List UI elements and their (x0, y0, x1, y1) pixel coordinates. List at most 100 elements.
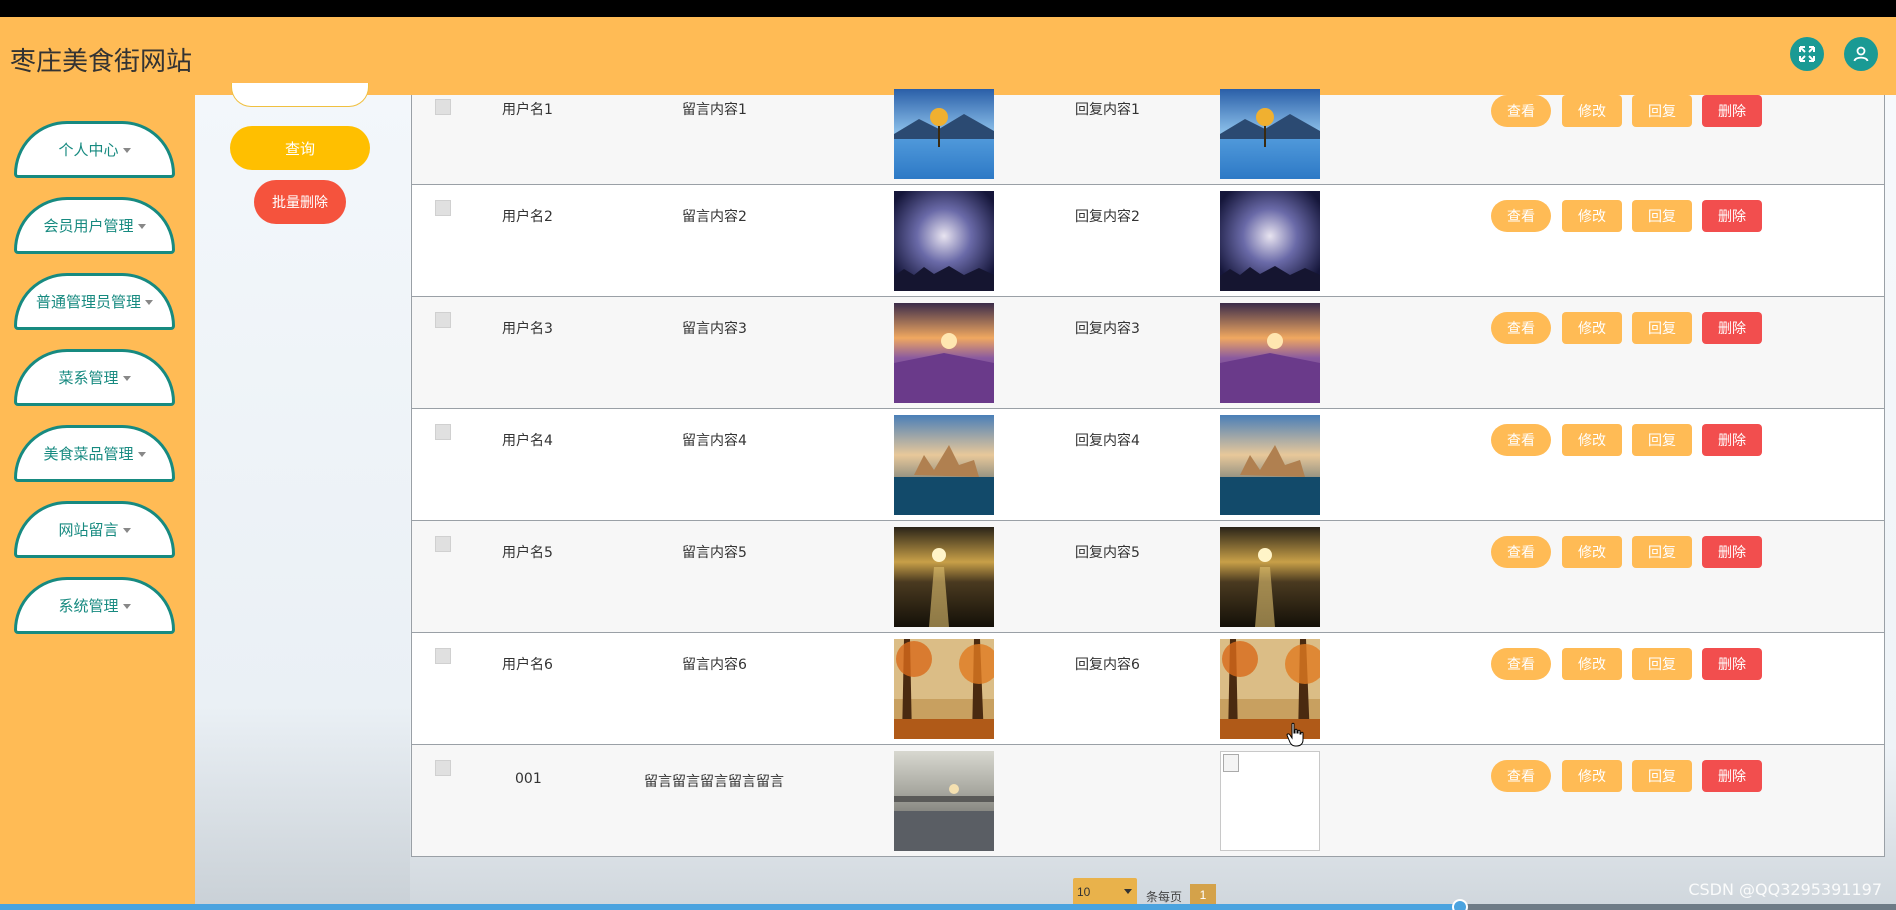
table-row: 001 留言留言留言留言留言 查看 修改 回复 删除 (411, 745, 1885, 857)
progress-handle[interactable] (1451, 899, 1468, 910)
sidebar-item-member-users[interactable]: 会员用户管理 (14, 197, 175, 254)
table-row: 用户名4 留言内容4 回复内容4 查看 修改 回复 删除 (411, 409, 1885, 521)
user-icon[interactable] (1844, 37, 1878, 71)
row-checkbox[interactable] (435, 200, 451, 216)
message-cell: 留言内容4 (682, 433, 747, 449)
reply-button[interactable]: 回复 (1632, 424, 1692, 456)
chevron-down-icon (145, 300, 153, 305)
page-number[interactable]: 1 (1190, 884, 1216, 906)
chevron-down-icon (122, 604, 131, 609)
message-image (894, 415, 994, 515)
reply-cell: 回复内容3 (1075, 321, 1140, 337)
row-checkbox[interactable] (435, 424, 451, 440)
edit-button[interactable]: 修改 (1562, 424, 1622, 456)
reply-button[interactable]: 回复 (1632, 95, 1692, 127)
reply-button[interactable]: 回复 (1632, 760, 1692, 792)
username-cell: 用户名4 (502, 433, 553, 449)
chevron-down-icon (137, 224, 146, 229)
view-button[interactable]: 查看 (1491, 95, 1551, 127)
table-row: 用户名1 留言内容1 回复内容1 查看 修改 回复 删除 (411, 89, 1885, 185)
reply-image (1220, 191, 1320, 291)
view-button[interactable]: 查看 (1491, 200, 1551, 232)
reply-cell: 回复内容2 (1075, 209, 1140, 225)
delete-button[interactable]: 删除 (1702, 760, 1762, 792)
row-checkbox[interactable] (435, 312, 451, 328)
message-cell: 留言内容2 (682, 209, 747, 225)
edit-button[interactable]: 修改 (1562, 760, 1622, 792)
sidebar-item-system[interactable]: 系统管理 (14, 577, 175, 634)
sidebar-item-personal-center[interactable]: 个人中心 (14, 121, 175, 178)
username-cell: 用户名3 (502, 321, 553, 337)
view-button[interactable]: 查看 (1491, 648, 1551, 680)
delete-button[interactable]: 删除 (1702, 200, 1762, 232)
progress-fill (0, 904, 1460, 910)
view-button[interactable]: 查看 (1491, 424, 1551, 456)
reply-cell: 回复内容6 (1075, 657, 1140, 673)
reply-cell: 回复内容1 (1075, 102, 1140, 118)
table-row: 用户名3 留言内容3 回复内容3 查看 修改 回复 删除 (411, 297, 1885, 409)
delete-button[interactable]: 删除 (1702, 95, 1762, 127)
message-image (894, 527, 994, 627)
table-row: 用户名2 留言内容2 回复内容2 查看 修改 回复 删除 (411, 185, 1885, 297)
message-image (894, 191, 994, 291)
reply-cell: 回复内容4 (1075, 433, 1140, 449)
edit-button[interactable]: 修改 (1562, 536, 1622, 568)
delete-button[interactable]: 删除 (1702, 312, 1762, 344)
view-button[interactable]: 查看 (1491, 312, 1551, 344)
row-checkbox[interactable] (435, 648, 451, 664)
username-cell: 用户名6 (502, 657, 553, 673)
reply-button[interactable]: 回复 (1632, 200, 1692, 232)
message-cell: 留言内容3 (682, 321, 747, 337)
view-button[interactable]: 查看 (1491, 760, 1551, 792)
message-cell: 留言内容1 (682, 102, 747, 118)
search-input[interactable] (231, 83, 369, 107)
video-top-bar (0, 0, 1896, 17)
delete-button[interactable]: 删除 (1702, 424, 1762, 456)
edit-button[interactable]: 修改 (1562, 312, 1622, 344)
reply-button[interactable]: 回复 (1632, 536, 1692, 568)
message-image (894, 303, 994, 403)
sidebar-item-messages[interactable]: 网站留言 (14, 501, 175, 558)
video-progress-bar[interactable] (0, 899, 1896, 910)
fullscreen-icon[interactable] (1790, 37, 1824, 71)
sidebar-item-dishes[interactable]: 美食菜品管理 (14, 425, 175, 482)
username-cell: 用户名5 (502, 545, 553, 561)
message-cell: 留言内容6 (682, 657, 747, 673)
sidebar-item-admins[interactable]: 普通管理员管理 (14, 273, 175, 330)
chevron-down-icon (137, 452, 146, 457)
username-cell: 用户名1 (502, 102, 553, 118)
hand-cursor-icon (1286, 722, 1304, 747)
reply-image (1220, 89, 1320, 179)
username-cell: 001 (515, 771, 542, 787)
message-image (894, 751, 994, 851)
page-size-select[interactable]: 10 (1073, 878, 1137, 906)
reply-button[interactable]: 回复 (1632, 312, 1692, 344)
delete-button[interactable]: 删除 (1702, 536, 1762, 568)
row-checkbox[interactable] (435, 760, 451, 776)
reply-button[interactable]: 回复 (1632, 648, 1692, 680)
delete-button[interactable]: 删除 (1702, 648, 1762, 680)
message-image (894, 639, 994, 739)
row-checkbox[interactable] (435, 99, 451, 115)
sidebar: 个人中心 会员用户管理 普通管理员管理 菜系管理 美食菜品管理 网站留言 系统管… (0, 95, 195, 910)
query-button[interactable]: 查询 (230, 126, 370, 170)
message-image (894, 89, 994, 179)
chevron-down-icon (122, 376, 131, 381)
chevron-down-icon (1124, 889, 1132, 894)
message-cell: 留言留言留言留言留言 (644, 774, 784, 790)
batch-delete-button[interactable]: 批量删除 (254, 180, 346, 224)
edit-button[interactable]: 修改 (1562, 95, 1622, 127)
message-cell: 留言内容5 (682, 545, 747, 561)
sidebar-item-cuisines[interactable]: 菜系管理 (14, 349, 175, 406)
site-title: 枣庄美食街网站 (10, 47, 193, 77)
broken-image-icon (1220, 751, 1320, 851)
edit-button[interactable]: 修改 (1562, 200, 1622, 232)
watermark: CSDN @QQ3295391197 (1688, 880, 1882, 899)
view-button[interactable]: 查看 (1491, 536, 1551, 568)
per-page-label: 条每页 (1146, 890, 1183, 904)
edit-button[interactable]: 修改 (1562, 648, 1622, 680)
chevron-down-icon (122, 528, 131, 533)
row-checkbox[interactable] (435, 536, 451, 552)
username-cell: 用户名2 (502, 209, 553, 225)
table-row: 用户名6 留言内容6 回复内容6 查看 修改 回复 删除 (411, 633, 1885, 745)
